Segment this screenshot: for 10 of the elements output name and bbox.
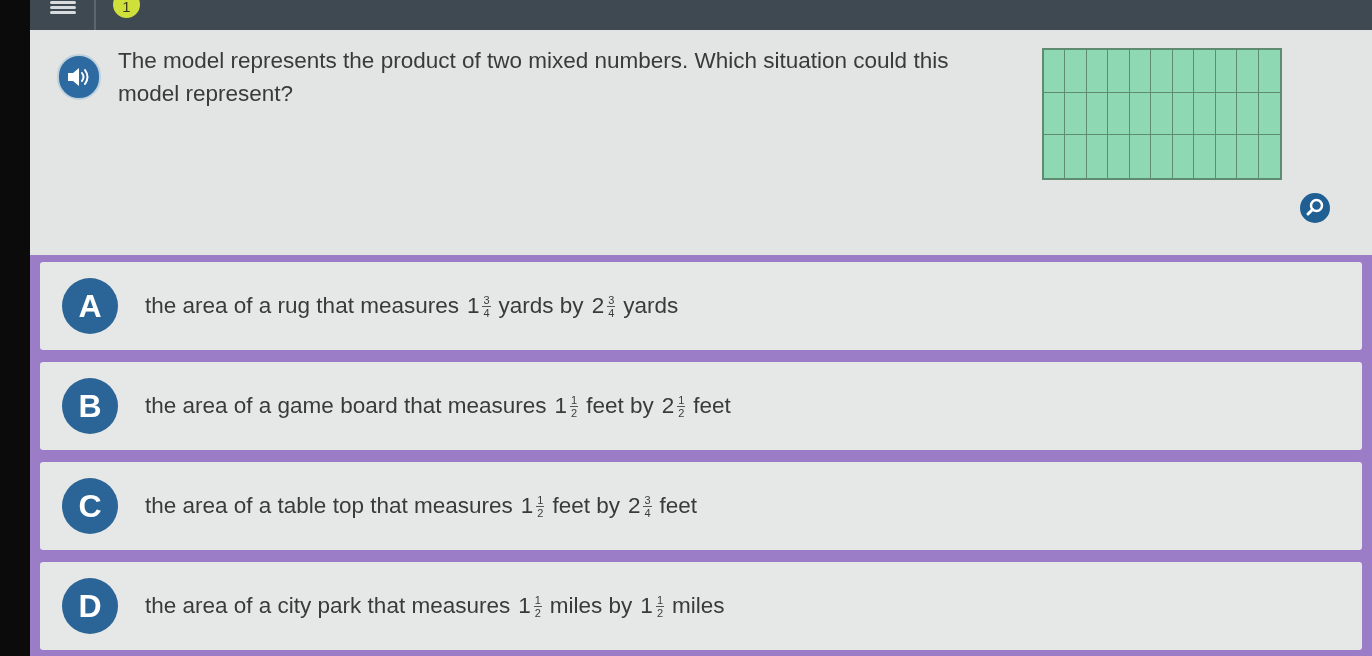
- choice-letter: D: [62, 578, 118, 634]
- search-icon[interactable]: [1300, 193, 1330, 223]
- choice-letter: B: [62, 378, 118, 434]
- question-number[interactable]: 1: [113, 0, 140, 18]
- speaker-icon: [67, 66, 91, 88]
- choice-letter: C: [62, 478, 118, 534]
- choice-letter: A: [62, 278, 118, 334]
- question-text: The model represents the product of two mixed numbers. Which situation could this model represent?: [118, 47, 950, 108]
- speaker-button[interactable]: [57, 54, 101, 100]
- menu-icon[interactable]: [50, 1, 76, 14]
